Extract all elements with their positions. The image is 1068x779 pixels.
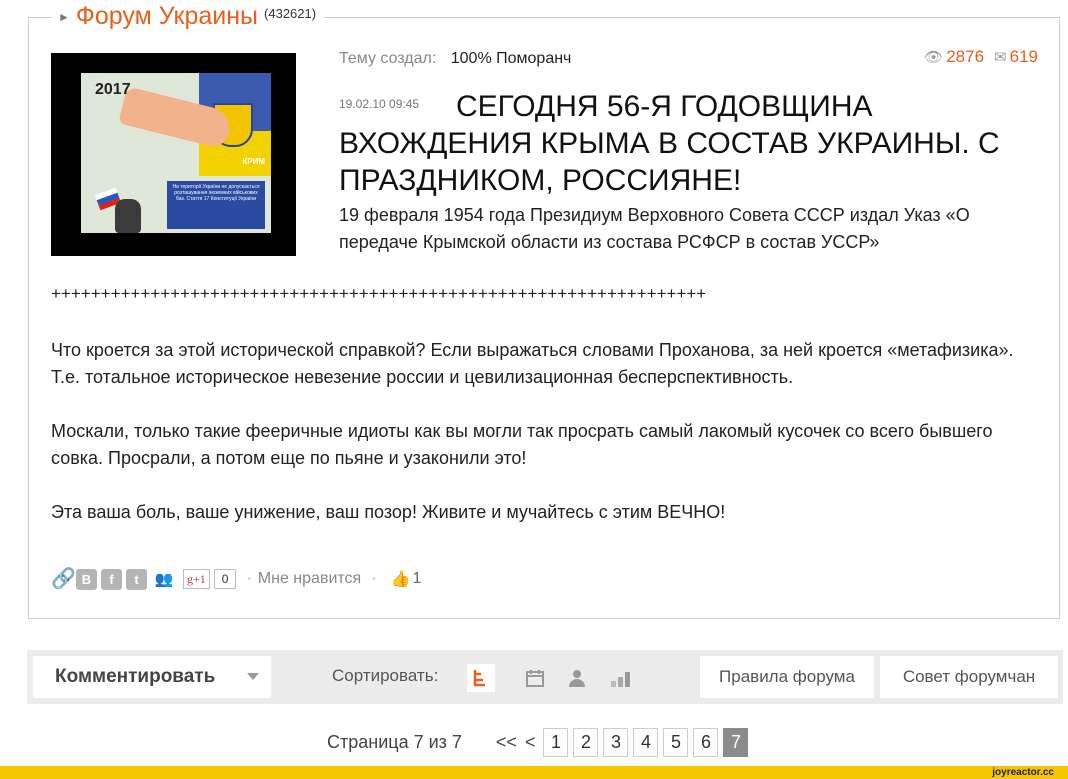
forum-header: ► Форум Украины (432621) <box>52 2 325 31</box>
author-row: Тему создал: 100% Поморанч <box>339 50 571 68</box>
prev-page-link[interactable]: < <box>525 732 536 753</box>
text-separator: ++++++++++++++++++++++++++++++++++++++++… <box>51 284 707 303</box>
forum-advice-button[interactable]: Совет форумчан <box>880 656 1058 698</box>
share-row: 🔗 В f t 👥 g+1 0 · Мне нравится · 👍 1 <box>51 567 421 591</box>
forum-post-count: (432621) <box>264 6 317 21</box>
calendar-icon[interactable] <box>521 664 549 692</box>
page-link[interactable]: 3 <box>603 727 629 757</box>
rating-bars-icon[interactable] <box>607 664 635 692</box>
post-paragraph: Что кроется за этой исторической справко… <box>51 340 1014 387</box>
page-link[interactable]: 2 <box>573 727 599 757</box>
page-link[interactable]: 5 <box>663 727 689 757</box>
author-name-link[interactable]: 100% Поморанч <box>451 50 572 67</box>
gplus-count: 0 <box>213 569 237 589</box>
footer-bar <box>0 766 1068 779</box>
comments-count: 619 <box>1009 47 1038 66</box>
poster-region: КРИМ <box>242 157 265 166</box>
facebook-share-button[interactable]: f <box>101 568 122 590</box>
post-image[interactable]: 2017 КРИМ На території України не допуск… <box>51 53 296 256</box>
page-link[interactable]: 1 <box>543 727 569 757</box>
post-stats: 👁 2876 ✉ 619 <box>924 47 1038 67</box>
expand-arrow-icon[interactable]: ► <box>58 10 70 24</box>
poster-sign: На території України не допускається роз… <box>167 181 265 229</box>
author-label: Тему создал: <box>339 50 437 67</box>
current-page: 7 <box>723 727 749 757</box>
post-body: Что кроется за этой исторической справко… <box>51 337 1041 553</box>
site-logo[interactable]: joyreactor.cc <box>992 766 1054 779</box>
vk-share-button[interactable]: В <box>76 568 97 590</box>
forum-advice-label: Совет форумчан <box>902 667 1036 686</box>
thumbs-up-icon[interactable]: 👍 <box>391 569 411 589</box>
soldier-figure <box>115 199 141 233</box>
post-paragraph: Эта ваша боль, ваше унижение, ваш позор!… <box>51 502 726 522</box>
dropdown-arrow-icon[interactable] <box>247 673 259 680</box>
comment-button-label: Комментировать <box>55 666 216 687</box>
page-link[interactable]: 4 <box>633 727 659 757</box>
user-icon[interactable] <box>563 664 591 692</box>
like-link[interactable]: Мне нравится <box>258 570 361 588</box>
post-title[interactable]: СЕГОДНЯ 56-Я ГОДОВЩИНА ВХОЖДЕНИЯ КРЫМА В… <box>339 88 1039 199</box>
page-indicator: Страница 7 из 7 <box>327 731 462 752</box>
page-link[interactable]: 6 <box>693 727 719 757</box>
first-page-link[interactable]: << <box>496 732 517 753</box>
twitter-share-button[interactable]: t <box>126 568 147 590</box>
pagination: Страница 7 из 7 << < 1 2 3 4 5 6 7 <box>327 727 753 757</box>
separator-dot: · <box>371 570 377 587</box>
link-icon[interactable]: 🔗 <box>51 568 76 590</box>
post-paragraph: Москали, только такие фееричные идиоты к… <box>51 421 993 468</box>
comments-icon: ✉ <box>994 49 1007 66</box>
views-count: 2876 <box>946 47 985 66</box>
likes-count: 1 <box>412 570 422 587</box>
comments-toolbar: Комментировать Сортировать: Правила фору… <box>27 650 1063 704</box>
comment-button[interactable]: Комментировать <box>33 656 271 698</box>
separator-dot: · <box>246 570 252 587</box>
post-lead: 19 февраля 1954 года Президиум Верховног… <box>339 205 970 252</box>
people-share-icon[interactable]: 👥 <box>151 569 177 590</box>
tree-sort-icon[interactable] <box>467 664 495 692</box>
poster-illustration: 2017 КРИМ На території України не допуск… <box>81 73 271 233</box>
forum-rules-label: Правила форума <box>719 667 855 686</box>
poster-year: 2017 <box>95 81 131 98</box>
eye-icon: 👁 <box>924 49 944 66</box>
gplus-button[interactable]: g+1 <box>183 569 210 589</box>
forum-title-link[interactable]: Форум Украины <box>76 2 258 31</box>
sort-label: Сортировать: <box>332 666 439 685</box>
forum-rules-button[interactable]: Правила форума <box>700 656 874 698</box>
